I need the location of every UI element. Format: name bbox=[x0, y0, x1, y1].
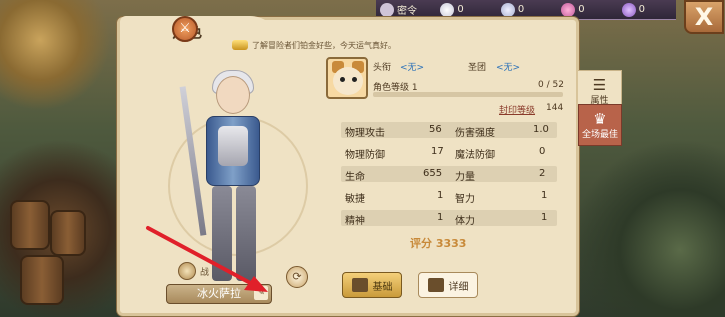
stat-label: 智力 bbox=[455, 194, 475, 205]
chevron-down-icon bbox=[380, 2, 394, 17]
trophy-icon: ♛ bbox=[593, 109, 607, 128]
guild-badge-icon bbox=[178, 262, 196, 280]
edit-name-icon[interactable]: ✎ bbox=[254, 286, 268, 300]
basic-tab-button[interactable]: 基础 bbox=[342, 272, 402, 298]
swap-character-button[interactable]: ⟳ bbox=[286, 266, 308, 288]
character-display bbox=[128, 56, 328, 296]
stat-label: 伤害强度 bbox=[455, 128, 495, 139]
stat-label: 敏捷 bbox=[345, 194, 365, 205]
seal-level-value: 144 bbox=[546, 103, 564, 113]
resource-item[interactable]: 0 bbox=[440, 2, 494, 17]
star-icon bbox=[440, 2, 455, 17]
character-head bbox=[216, 76, 250, 114]
stat-label: 体力 bbox=[455, 216, 475, 227]
portrait-eye bbox=[340, 77, 345, 82]
stat-value: 1 bbox=[541, 190, 548, 201]
resource-label: 密令 bbox=[397, 6, 417, 17]
close-icon: X bbox=[694, 3, 714, 31]
orb-icon bbox=[621, 2, 636, 17]
resource-value: 0 bbox=[578, 4, 585, 15]
character-name: 冰火萨拉 bbox=[197, 287, 241, 300]
resource-value: 0 bbox=[457, 4, 464, 15]
character-model[interactable] bbox=[179, 70, 278, 286]
stat-row: 精神 1 体力 1 bbox=[341, 209, 557, 227]
helmet-icon: ⚔ bbox=[172, 16, 198, 42]
stat-value: 1 bbox=[541, 212, 548, 223]
title-label: 头衔 bbox=[373, 63, 392, 73]
stat-value: 655 bbox=[423, 168, 443, 179]
stat-label: 物理防御 bbox=[345, 150, 385, 161]
seal-level-link[interactable]: 封印等级 bbox=[499, 103, 535, 116]
guild-badge-label: 战 bbox=[200, 267, 210, 278]
guild-value[interactable]: <无> bbox=[496, 60, 520, 73]
resource-value: 0 bbox=[638, 4, 645, 15]
resource-item[interactable]: 0 bbox=[561, 2, 615, 17]
exp-text: 0 / 52 bbox=[538, 80, 564, 90]
resource-item[interactable]: 密令 bbox=[380, 2, 434, 17]
gem-icon bbox=[561, 2, 576, 17]
cat-portrait-icon[interactable] bbox=[326, 57, 368, 99]
resource-value: 0 bbox=[517, 4, 525, 15]
detail-tab-button[interactable]: 详细 bbox=[418, 272, 478, 298]
stats-table: 物理攻击 56 伤害强度 1.0 物理防御 17 魔法防御 0 生命 655 力… bbox=[341, 121, 557, 229]
notice-text: 了解冒险者们铂金好些，今天运气真好。 bbox=[252, 40, 396, 50]
stat-label: 物理攻击 bbox=[345, 128, 385, 139]
detail-icon bbox=[427, 278, 444, 292]
swap-icon: ⟳ bbox=[292, 270, 302, 283]
stat-row: 物理攻击 56 伤害强度 1.0 bbox=[341, 121, 557, 139]
detail-tab-label: 详细 bbox=[448, 281, 469, 293]
tab-best[interactable]: ♛ 全场最佳 bbox=[578, 104, 622, 146]
character-armor bbox=[218, 126, 248, 166]
stat-value: 0 bbox=[539, 146, 546, 157]
resource-item[interactable]: 0 bbox=[621, 2, 676, 17]
barrel-decor bbox=[20, 255, 64, 305]
basic-icon bbox=[351, 278, 368, 292]
power-score: 评分 3333 bbox=[410, 237, 467, 250]
stat-label: 魔法防御 bbox=[455, 150, 495, 161]
tab-best-label: 全场最佳 bbox=[581, 129, 618, 140]
stat-value: 1.0 bbox=[533, 124, 549, 135]
barrel-decor bbox=[10, 200, 50, 250]
resource-item[interactable]: 0 bbox=[500, 2, 555, 17]
stat-label: 精神 bbox=[345, 216, 365, 227]
basic-tab-label: 基础 bbox=[372, 281, 393, 293]
attribute-icon: ☰ bbox=[592, 75, 607, 94]
guild-label: 圣团 bbox=[468, 63, 487, 73]
stat-label: 力量 bbox=[455, 172, 475, 183]
stat-row: 物理防御 17 魔法防御 0 bbox=[341, 143, 557, 161]
stat-label: 生命 bbox=[345, 172, 365, 183]
coin-icon bbox=[232, 40, 248, 50]
stat-row: 敏捷 1 智力 1 bbox=[341, 187, 557, 205]
stat-value: 56 bbox=[429, 124, 442, 135]
stat-value: 17 bbox=[431, 146, 444, 157]
stat-value: 2 bbox=[539, 168, 546, 179]
portrait-eye bbox=[352, 77, 357, 82]
stat-value: 1 bbox=[437, 212, 444, 223]
notice-line: 了解冒险者们铂金好些，今天运气真好。 bbox=[232, 38, 532, 52]
shell-icon bbox=[500, 2, 515, 17]
close-button[interactable]: X bbox=[684, 0, 724, 34]
portrait-face bbox=[333, 67, 363, 95]
stat-row: 生命 655 力量 2 bbox=[341, 165, 557, 183]
barrel-decor bbox=[50, 210, 86, 256]
guild-badge-button[interactable]: 战 bbox=[178, 262, 248, 280]
exp-progress-bar bbox=[373, 92, 563, 97]
title-value[interactable]: <无> bbox=[400, 60, 424, 73]
stat-value: 1 bbox=[437, 190, 444, 201]
